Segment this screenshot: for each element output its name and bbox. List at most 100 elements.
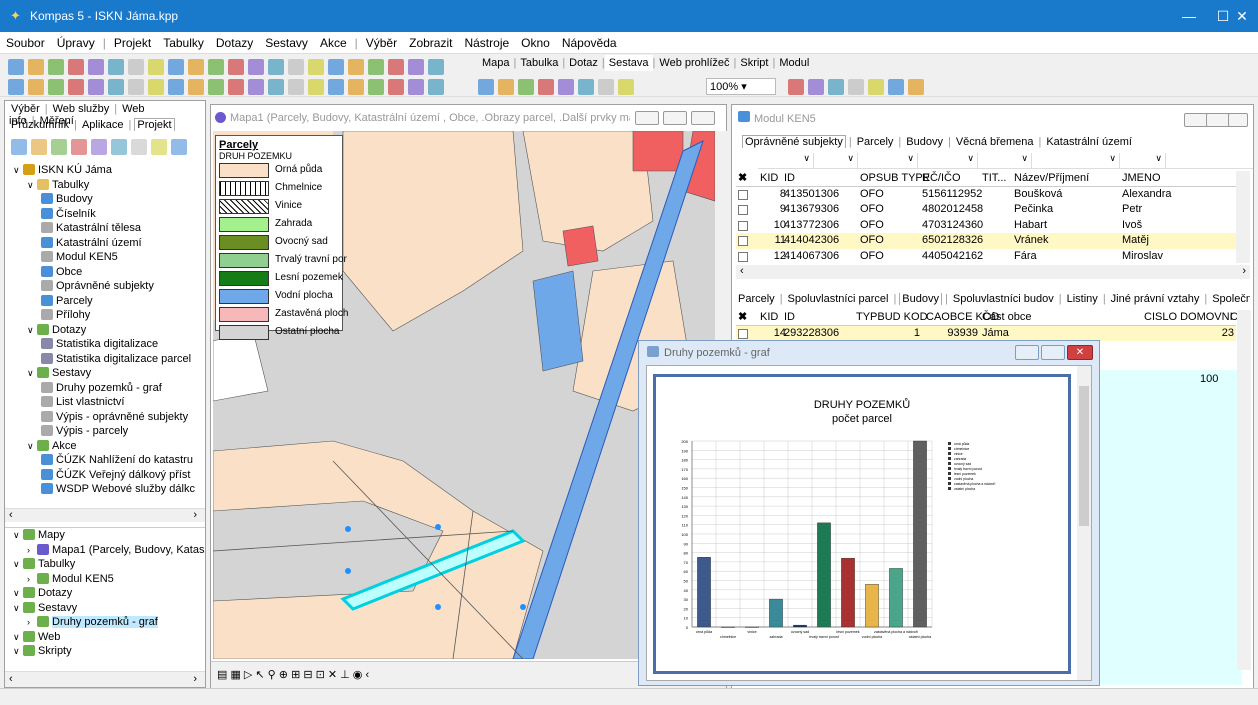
toolbar-icon[interactable] bbox=[28, 59, 44, 75]
chevron-down-icon[interactable]: ∨ bbox=[13, 601, 23, 616]
tree-item-dotazy[interactable]: ∨ Dotazy bbox=[5, 323, 205, 338]
column-header[interactable]: JMENO bbox=[1122, 171, 1161, 187]
tree-item-wsdp-webove-sluzby-dalkc[interactable]: WSDP Webové služby dálkc bbox=[5, 482, 205, 497]
tree-item-vypis-opravnene-subjekty[interactable]: Výpis - oprávněné subjekty bbox=[5, 410, 205, 425]
tab-jine-pravni-vztahy[interactable]: Jiné právní vztahy bbox=[1109, 293, 1202, 305]
chart-restore-button[interactable] bbox=[1041, 345, 1065, 360]
row-checkbox[interactable] bbox=[738, 251, 748, 262]
tree2-hscrollbar[interactable]: ‹ › bbox=[5, 671, 205, 687]
toolbar-icon[interactable] bbox=[88, 79, 104, 95]
toolbar-icon[interactable] bbox=[368, 79, 384, 95]
toolbar-icon[interactable] bbox=[348, 59, 364, 75]
chart-close-button[interactable]: ✕ bbox=[1067, 345, 1093, 360]
toolbar-icon[interactable] bbox=[28, 79, 44, 95]
toolbar-icon[interactable] bbox=[428, 79, 444, 95]
tree-item-list-vlastnictvi[interactable]: List vlastnictví bbox=[5, 395, 205, 410]
toolbar-icon[interactable] bbox=[388, 79, 404, 95]
chevron-down-icon[interactable]: ∨ bbox=[13, 163, 23, 178]
column-header[interactable]: KID bbox=[760, 310, 778, 326]
menu-vyber[interactable]: Výběr bbox=[360, 32, 403, 50]
tab-katastralni-uzemi[interactable]: Katastrální území bbox=[1044, 136, 1134, 148]
tree2-item-tabulky[interactable]: ∨ Tabulky bbox=[5, 557, 205, 572]
toolbar-icon[interactable] bbox=[388, 59, 404, 75]
tree2-item-skripty[interactable]: ∨ Skripty bbox=[5, 644, 205, 659]
menu-akce[interactable]: Akce bbox=[314, 32, 353, 50]
chevron-down-icon[interactable]: ∨ bbox=[13, 528, 23, 543]
tree-item-prilohy[interactable]: Přílohy bbox=[5, 308, 205, 323]
toolbar-icon[interactable] bbox=[478, 79, 494, 95]
toolbar-icon[interactable] bbox=[8, 79, 24, 95]
toolbar-icon[interactable] bbox=[248, 79, 264, 95]
toolbar-icon[interactable] bbox=[348, 79, 364, 95]
toolbar-icon[interactable] bbox=[68, 59, 84, 75]
toolbar-icon[interactable] bbox=[408, 79, 424, 95]
toolbar-icon[interactable] bbox=[168, 59, 184, 75]
toolbar-icon[interactable] bbox=[308, 59, 324, 75]
tree-item-cuzk-nahlizeni-do-katastru[interactable]: ČÚZK Nahlížení do katastru bbox=[5, 453, 205, 468]
toolbar-icon[interactable] bbox=[848, 79, 864, 95]
table-settings-icon[interactable]: ✖ bbox=[738, 310, 747, 326]
menu-napoveda[interactable]: Nápověda bbox=[556, 32, 623, 50]
chevron-down-icon[interactable]: ∨ bbox=[13, 557, 23, 572]
toolbar-icon[interactable] bbox=[268, 59, 284, 75]
chevron-down-icon[interactable]: › bbox=[27, 615, 37, 630]
filter-dropdown[interactable]: ∨ bbox=[1020, 153, 1120, 168]
toolbar-icon[interactable] bbox=[148, 59, 164, 75]
toolbar-icon[interactable] bbox=[168, 79, 184, 95]
toolbar-icon[interactable] bbox=[48, 79, 64, 95]
toolbar-icon[interactable] bbox=[518, 79, 534, 95]
tree-tool-icon[interactable] bbox=[51, 139, 67, 155]
column-header[interactable]: TIT... bbox=[982, 171, 1006, 187]
tree-tool-icon[interactable] bbox=[91, 139, 107, 155]
toolbar-icon[interactable] bbox=[8, 59, 24, 75]
menu-zobrazit[interactable]: Zobrazit bbox=[403, 32, 458, 50]
toolbar-icon[interactable] bbox=[328, 79, 344, 95]
row-checkbox[interactable] bbox=[738, 328, 748, 339]
tree-tool-icon[interactable] bbox=[171, 139, 187, 155]
toolbar-icon[interactable] bbox=[88, 59, 104, 75]
chart-vscrollbar[interactable] bbox=[1077, 366, 1091, 680]
toolbar-icon[interactable] bbox=[868, 79, 884, 95]
toolbar-icon[interactable] bbox=[788, 79, 804, 95]
tree-item-budovy[interactable]: Budovy bbox=[5, 192, 205, 207]
toolbar-icon[interactable] bbox=[408, 59, 424, 75]
tree-item-druhy-pozemku-graf[interactable]: Druhy pozemků - graf bbox=[5, 381, 205, 396]
tree-item-katastralni-uzemi[interactable]: Katastrální území bbox=[5, 236, 205, 251]
toolbar-icon[interactable] bbox=[288, 59, 304, 75]
toolbar-icon[interactable] bbox=[288, 79, 304, 95]
zoom-select[interactable]: 100% ▾ bbox=[706, 78, 776, 95]
view-tab-mapa[interactable]: Mapa bbox=[478, 55, 514, 71]
chart-minimize-button[interactable] bbox=[1015, 345, 1039, 360]
tree-item-akce[interactable]: ∨ Akce bbox=[5, 439, 205, 454]
tree-item-obce[interactable]: Obce bbox=[5, 265, 205, 280]
table-settings-icon[interactable]: ✖ bbox=[738, 171, 747, 187]
toolbar-icon[interactable] bbox=[128, 79, 144, 95]
tree-item-statistika-digitalizace-parcel[interactable]: Statistika digitalizace parcel bbox=[5, 352, 205, 367]
ken5-restore-button[interactable] bbox=[1206, 113, 1230, 127]
tree-hscrollbar[interactable]: ‹ › bbox=[5, 508, 205, 522]
tree-item-modul-ken5[interactable]: Modul KEN5 bbox=[5, 250, 205, 265]
toolbar-icon[interactable] bbox=[248, 59, 264, 75]
toolbar-icon[interactable] bbox=[368, 59, 384, 75]
column-header[interactable]: OPSUB TYPE bbox=[860, 171, 930, 187]
tab-spoluvlastnici-parcel[interactable]: Spoluvlastníci parcel bbox=[786, 293, 891, 305]
menu-sestavy[interactable]: Sestavy bbox=[259, 32, 314, 50]
toolbar-icon[interactable] bbox=[148, 79, 164, 95]
menu-okno[interactable]: Okno bbox=[515, 32, 556, 50]
tree-tool-icon[interactable] bbox=[11, 139, 27, 155]
column-header[interactable]: KID bbox=[760, 171, 778, 187]
map-minimize-button[interactable] bbox=[635, 111, 659, 125]
table-row[interactable]: 8 413501306 OFO 5156112952 Boušková Alexandra bbox=[736, 187, 1236, 203]
toolbar-icon[interactable] bbox=[888, 79, 904, 95]
tree2-item-web[interactable]: ∨ Web bbox=[5, 630, 205, 645]
toolbar-icon[interactable] bbox=[188, 79, 204, 95]
tree2-item-druhy-pozemku-graf[interactable]: › Druhy pozemků - graf bbox=[5, 615, 205, 630]
view-tab-skript[interactable]: Skript bbox=[736, 55, 772, 71]
toolbar-icon[interactable] bbox=[108, 79, 124, 95]
tab-web-sluzby[interactable]: Web služby bbox=[51, 103, 112, 115]
toolbar-icon[interactable] bbox=[598, 79, 614, 95]
table-row[interactable]: 12 414067306 OFO 4405042162 Fára Miroslav bbox=[736, 249, 1236, 265]
tree-tool-icon[interactable] bbox=[71, 139, 87, 155]
tab-parcely[interactable]: Parcely bbox=[736, 293, 777, 305]
tree2-item-dotazy[interactable]: ∨ Dotazy bbox=[5, 586, 205, 601]
